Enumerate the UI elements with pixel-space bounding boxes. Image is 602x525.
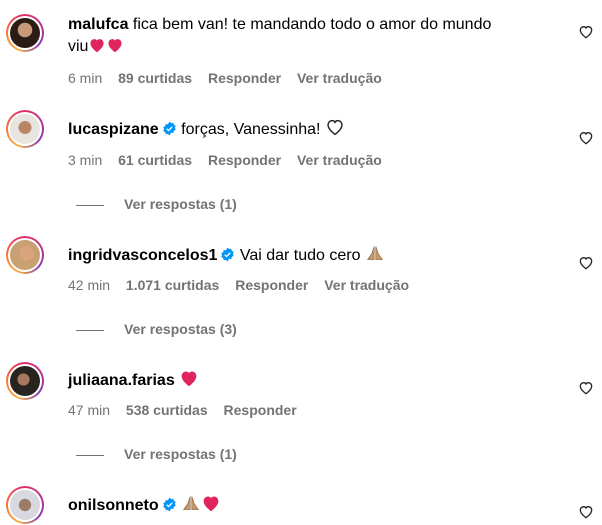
verified-badge-icon xyxy=(220,247,235,262)
like-heart-icon[interactable] xyxy=(578,130,594,146)
reply-button[interactable]: Responder xyxy=(208,70,281,86)
praying-hands-emoji xyxy=(181,494,201,519)
comment-meta: 3 min 61 curtidas Responder Ver tradução xyxy=(68,152,394,168)
view-replies-button[interactable]: Ver respostas (1) xyxy=(76,196,237,212)
comment-meta: 42 min 1.071 curtidas Responder Ver trad… xyxy=(68,277,421,293)
verified-badge-icon xyxy=(162,121,177,136)
reply-button[interactable]: Responder xyxy=(235,277,308,293)
replies-divider xyxy=(76,204,104,206)
comment-time: 42 min xyxy=(68,277,111,293)
like-heart-icon[interactable] xyxy=(578,504,594,520)
reply-button[interactable]: Responder xyxy=(208,152,281,168)
like-heart-icon[interactable] xyxy=(578,255,594,271)
comment-time: 47 min xyxy=(68,402,111,418)
red-heart-emoji xyxy=(179,369,199,394)
view-replies-button[interactable]: Ver respostas (1) xyxy=(76,446,237,462)
comment-username[interactable]: onilsonneto xyxy=(68,497,159,514)
replies-divider xyxy=(76,454,104,456)
like-heart-icon[interactable] xyxy=(578,24,594,40)
red-heart-emoji xyxy=(201,494,221,519)
comment-time: 6 min xyxy=(68,70,103,86)
comment-text: fica bem van! te mandando todo o amor do… xyxy=(132,16,492,33)
comment-time: 3 min xyxy=(68,152,103,168)
avatar[interactable] xyxy=(6,486,44,524)
translate-button[interactable]: Ver tradução xyxy=(297,152,382,168)
white-heart-emoji xyxy=(325,118,345,143)
praying-hands-emoji xyxy=(365,244,385,269)
comment-username[interactable]: ingridvasconcelos1 xyxy=(68,247,217,264)
avatar[interactable] xyxy=(6,110,44,148)
avatar[interactable] xyxy=(6,14,44,52)
translate-button[interactable]: Ver tradução xyxy=(324,277,409,293)
likes-count[interactable]: 89 curtidas xyxy=(118,70,192,86)
comment-username[interactable]: malufca xyxy=(68,16,128,33)
reply-button[interactable]: Responder xyxy=(224,402,297,418)
comment-meta: 6 min 89 curtidas Responder Ver tradução xyxy=(68,70,394,86)
verified-badge-icon xyxy=(162,497,177,512)
red-heart-emoji xyxy=(106,37,124,60)
comment-text-line2: viu xyxy=(68,38,89,55)
likes-count[interactable]: 538 curtidas xyxy=(126,402,208,418)
like-heart-icon[interactable] xyxy=(578,380,594,396)
likes-count[interactable]: 61 curtidas xyxy=(118,152,192,168)
avatar[interactable] xyxy=(6,362,44,400)
likes-count[interactable]: 1.071 curtidas xyxy=(126,277,219,293)
comment-username[interactable]: juliaana.farias xyxy=(68,372,175,389)
comment-text: forças, Vanessinha! xyxy=(181,121,321,138)
comment-meta: 47 min 538 curtidas Responder xyxy=(68,402,309,418)
red-heart-emoji xyxy=(88,37,106,60)
comment-text: Vai dar tudo cero xyxy=(239,247,361,264)
avatar[interactable] xyxy=(6,236,44,274)
comment-username[interactable]: lucaspizane xyxy=(68,121,159,138)
view-replies-button[interactable]: Ver respostas (3) xyxy=(76,321,237,337)
translate-button[interactable]: Ver tradução xyxy=(297,70,382,86)
replies-divider xyxy=(76,329,104,331)
